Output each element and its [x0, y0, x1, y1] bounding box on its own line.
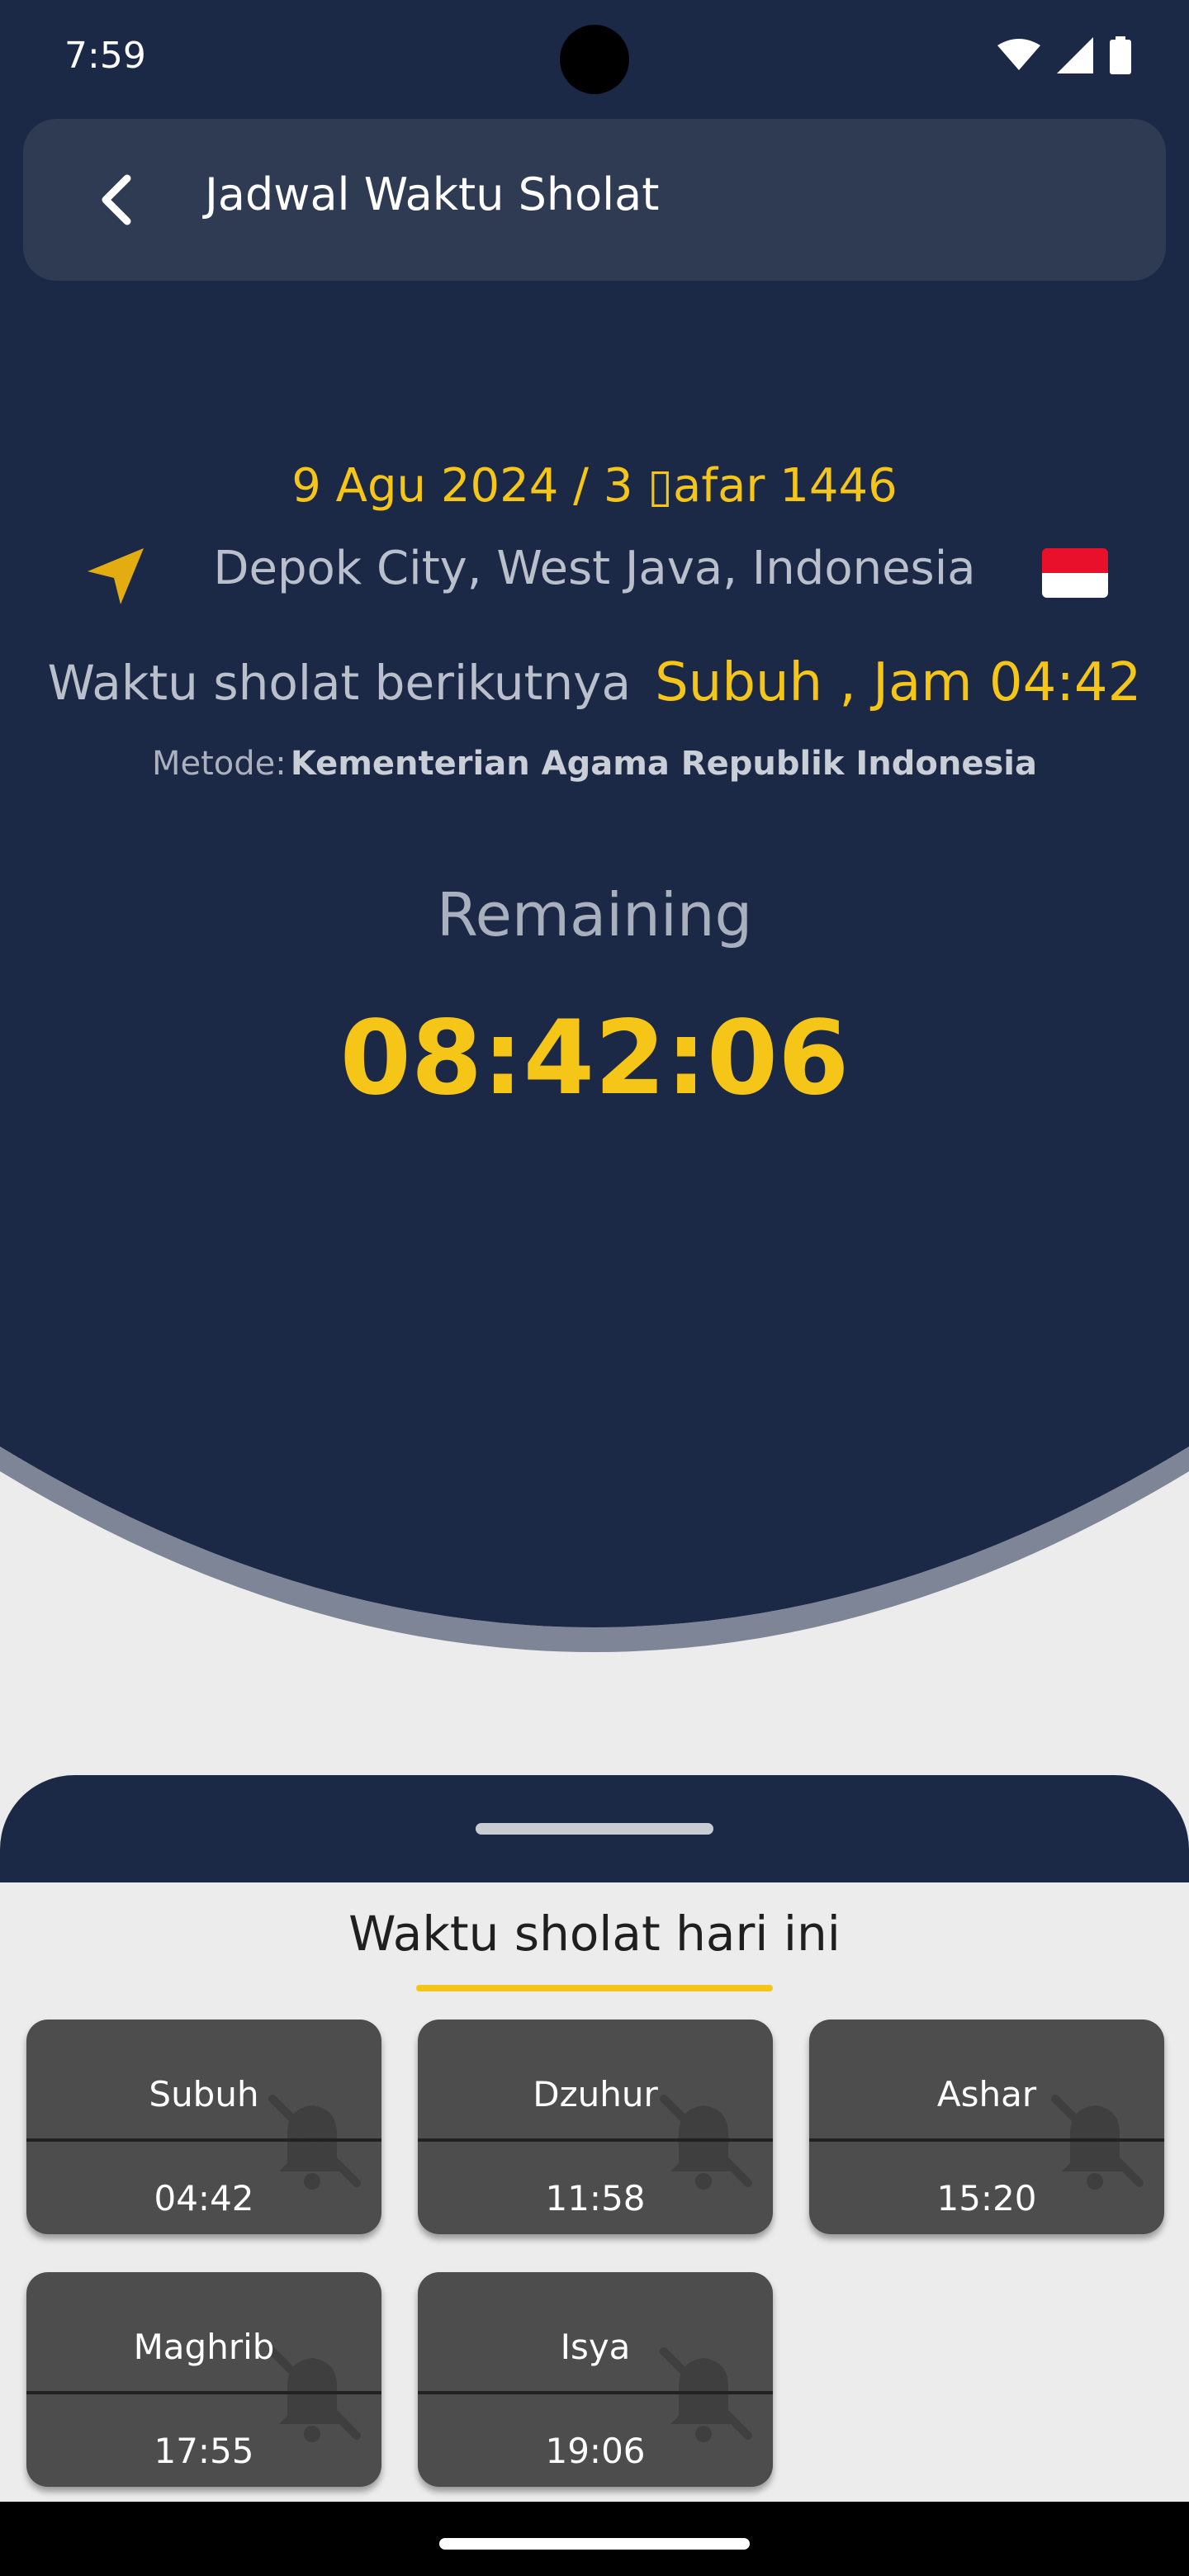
title-underline [416, 1985, 773, 1991]
prayer-card-isya[interactable]: Isya 19:06 [418, 2272, 773, 2487]
card-divider [809, 2138, 1164, 2142]
prayer-time: 11:58 [545, 2178, 646, 2218]
card-divider [418, 2138, 773, 2142]
prayer-name: Ashar [936, 2074, 1037, 2114]
prayer-time: 19:06 [545, 2431, 646, 2471]
method-label: Metode: [151, 745, 287, 783]
location-row: Depok City, West Java, Indonesia [0, 537, 1189, 611]
prayer-name: Maghrib [133, 2327, 275, 2367]
signal-icon [1057, 37, 1093, 73]
method-value: Kementerian Agama Republik Indonesia [290, 745, 1038, 783]
wifi-icon [997, 39, 1040, 70]
next-prayer-row: Waktu sholat berikutnya Subuh , Jam 04:4… [0, 652, 1189, 713]
prayer-card-dzuhur[interactable]: Dzuhur 11:58 [418, 2020, 773, 2234]
prayer-name: Isya [560, 2327, 631, 2367]
next-prayer-value: Subuh , Jam 04:42 [655, 652, 1142, 713]
prayer-name: Dzuhur [533, 2074, 658, 2114]
prayer-time: 17:55 [154, 2431, 254, 2471]
app-bar: Jadwal Waktu Sholat [23, 119, 1166, 281]
today-prayers-title: Waktu sholat hari ini [348, 1906, 841, 1962]
back-button[interactable] [81, 165, 150, 234]
indonesia-flag-icon [1042, 548, 1108, 598]
date-text: 9 Agu 2024 / 3 ▯afar 1446 [291, 459, 898, 513]
status-icons [997, 36, 1131, 74]
card-divider [26, 2391, 381, 2394]
card-divider [26, 2138, 381, 2142]
prayer-schedule-screen: 7:59 Jadwal Waktu Sholat 9 Agu 2024 / 3 … [0, 0, 1189, 2576]
prayer-card-maghrib[interactable]: Maghrib 17:55 [26, 2272, 381, 2487]
countdown-timer: 08:42:06 [339, 999, 850, 1118]
sheet-drag-handle[interactable] [476, 1823, 713, 1835]
card-divider [418, 2391, 773, 2394]
status-bar: 7:59 [0, 0, 1189, 116]
home-gesture-handle[interactable] [439, 2538, 750, 2550]
prayer-time: 04:42 [154, 2178, 254, 2218]
remaining-label: Remaining [436, 880, 753, 949]
camera-cutout [560, 25, 629, 94]
prayer-time: 15:20 [936, 2178, 1037, 2218]
page-title: Jadwal Waktu Sholat [205, 168, 660, 220]
status-time: 7:59 [64, 35, 146, 77]
prayer-name: Subuh [149, 2074, 259, 2114]
prayer-card-subuh[interactable]: Subuh 04:42 [26, 2020, 381, 2234]
prayer-card-ashar[interactable]: Ashar 15:20 [809, 2020, 1164, 2234]
location-text: Depok City, West Java, Indonesia [213, 542, 976, 595]
next-prayer-label: Waktu sholat berikutnya [47, 655, 632, 711]
method-row: Metode: Kementerian Agama Republik Indon… [0, 745, 1189, 783]
back-arrow-icon [102, 174, 131, 225]
battery-icon [1110, 36, 1131, 74]
